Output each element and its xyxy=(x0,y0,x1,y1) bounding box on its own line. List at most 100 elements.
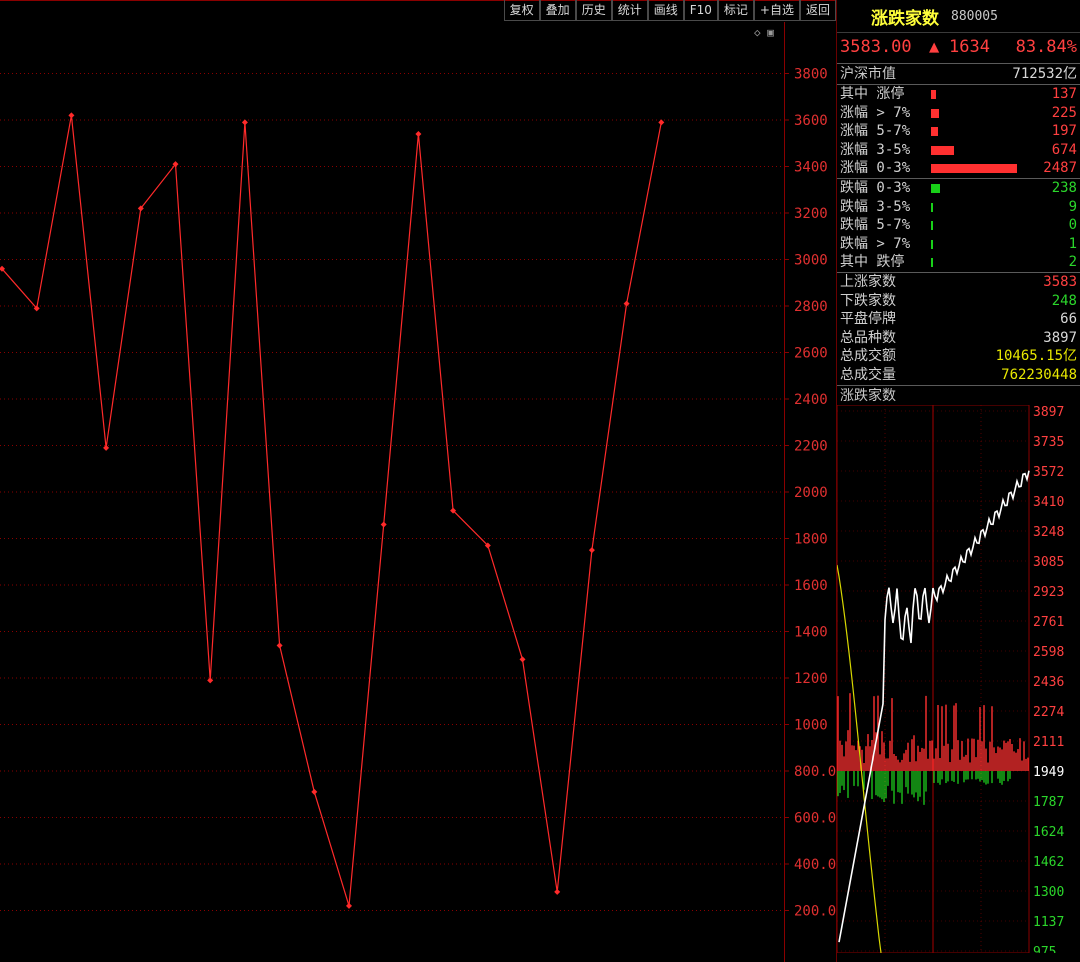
up-value: 137 xyxy=(1051,86,1077,102)
toolbar-button[interactable]: 复权 xyxy=(503,0,540,21)
mini-tick-label: 2436 xyxy=(1033,675,1064,690)
down-label: 跌幅 5-7% xyxy=(840,217,911,234)
mini-tick-label: 2598 xyxy=(1033,645,1064,660)
stat-label: 平盘停牌 xyxy=(840,311,896,328)
stat-row: 平盘停牌 66 xyxy=(837,310,1080,329)
toolbar-button[interactable]: 统计 xyxy=(611,0,648,21)
toolbar-button[interactable]: 历史 xyxy=(575,0,612,21)
data-point xyxy=(658,119,665,126)
toolbar-button[interactable]: +自选 xyxy=(753,0,800,21)
mini-tick-label: 3897 xyxy=(1033,405,1064,420)
mini-tick-label: 1300 xyxy=(1033,885,1064,900)
up-bar xyxy=(931,164,1017,174)
down-bar xyxy=(931,221,933,231)
down-label: 其中 跌停 xyxy=(840,254,905,271)
data-point xyxy=(68,112,75,119)
y-tick-label: 1000 xyxy=(794,718,828,734)
toolbar-button[interactable]: F10 xyxy=(683,0,718,21)
up-value: 225 xyxy=(1051,104,1077,121)
stats-table: 上涨家数 3583 下跌家数 248 平盘停牌 66 总品种数 3897 总成交额 10465.1… xyxy=(837,271,1080,385)
stat-value: 3897 xyxy=(1043,329,1077,346)
stat-value: 762230448 xyxy=(1001,366,1077,383)
y-tick-label: 2000 xyxy=(794,485,828,501)
up-bar xyxy=(931,108,939,118)
up-label: 涨幅 0-3% xyxy=(840,160,911,177)
y-tick-label: 1800 xyxy=(794,532,828,548)
market-cap-label: 沪深市值 xyxy=(840,66,896,82)
y-tick-label: 200.0 xyxy=(794,904,836,920)
y-tick-label: 3800 xyxy=(794,67,828,83)
axis-icons[interactable]: ◇ ▣ xyxy=(754,26,774,39)
toolbar-button[interactable]: 返回 xyxy=(799,0,836,21)
down-value: 9 xyxy=(1068,198,1077,215)
down-row: 跌幅 3-5% 9 xyxy=(837,198,1080,217)
mini-tick-label: 3085 xyxy=(1033,555,1064,570)
y-tick-label: 2600 xyxy=(794,346,828,362)
mini-tick-label: 3410 xyxy=(1033,495,1064,510)
down-bar xyxy=(931,258,933,268)
up-label: 其中 涨停 xyxy=(840,86,905,102)
down-row: 跌幅 0-3% 238 xyxy=(837,179,1080,198)
toolbar-button[interactable]: 标记 xyxy=(717,0,754,21)
down-value: 1 xyxy=(1068,235,1077,252)
toolbar-button[interactable]: 画线 xyxy=(647,0,684,21)
data-point xyxy=(346,902,352,909)
mini-tick-label: 2274 xyxy=(1033,705,1064,720)
down-bar xyxy=(931,202,933,212)
data-point xyxy=(554,888,561,895)
y-tick-label: 400.0 xyxy=(794,857,836,873)
stat-label: 上涨家数 xyxy=(840,273,896,290)
mini-tick-label: 2111 xyxy=(1033,735,1064,750)
y-tick-label: 3600 xyxy=(794,113,828,129)
down-value: 0 xyxy=(1068,217,1077,234)
mini-tick-label: 1462 xyxy=(1033,855,1064,870)
change: 1634 xyxy=(949,37,990,57)
stat-value: 10465.15亿 xyxy=(995,348,1077,365)
stat-label: 总品种数 xyxy=(840,329,896,346)
stat-label: 总成交量 xyxy=(840,366,896,383)
mini-chart: 3897 3735 3572 3410 3248 3085 2923 2761 2598 2436… xyxy=(837,405,1064,953)
toolbar-button[interactable]: 叠加 xyxy=(539,0,576,21)
up-bar xyxy=(931,127,938,137)
mini-tick-label: 2761 xyxy=(1033,615,1064,630)
down-label: 跌幅 > 7% xyxy=(840,235,911,252)
mini-tick-label: 1624 xyxy=(1033,825,1064,840)
market-cap-row: 沪深市值 712532亿 xyxy=(837,63,1080,84)
stat-row: 下跌家数 248 xyxy=(837,292,1080,311)
panel-title: 涨跌家数 xyxy=(871,9,939,29)
up-value: 2487 xyxy=(1043,160,1077,177)
data-point xyxy=(311,788,318,795)
stat-row: 总成交量 762230448 xyxy=(837,366,1080,385)
data-point xyxy=(588,547,595,554)
stat-row: 上涨家数 3583 xyxy=(837,273,1080,292)
up-arrow-icon: ▲ xyxy=(929,37,940,57)
mini-tick-label: 1787 xyxy=(1033,795,1064,810)
mini-tick-label: 2923 xyxy=(1033,585,1064,600)
y-tick-label: 3000 xyxy=(794,253,828,269)
up-row: 涨幅 3-5% 674 xyxy=(837,141,1080,160)
y-tick-label: 1600 xyxy=(794,578,828,594)
up-value: 674 xyxy=(1051,141,1077,158)
up-row: 涨幅 > 7% 225 xyxy=(837,104,1080,123)
main-line-chart: 3800 3600 3400 3200 3000 2800 2600 2400 2200 2000… xyxy=(0,0,836,962)
stat-label: 下跌家数 xyxy=(840,292,896,309)
up-bar xyxy=(931,145,954,155)
series-line xyxy=(1,115,662,907)
price: 3583.00 xyxy=(840,37,912,57)
mini-tick-label: 1949 xyxy=(1033,765,1064,780)
y-tick-label: 1400 xyxy=(794,625,828,641)
stat-value: 66 xyxy=(1060,311,1077,328)
down-row: 其中 跌停 2 xyxy=(837,253,1080,272)
data-point xyxy=(276,642,283,649)
main-chart-area[interactable]: 3800 3600 3400 3200 3000 2800 2600 2400 2200 2000… xyxy=(0,0,836,962)
market-cap-value: 712532亿 xyxy=(1012,66,1077,82)
stat-value: 248 xyxy=(1051,292,1077,309)
mini-tick-label: 3572 xyxy=(1033,465,1064,480)
down-distribution: 跌幅 0-3% 238 跌幅 3-5% 9 跌幅 5-7% 0 跌幅 > 7% 1 其中 跌停 2 xyxy=(837,177,1080,272)
data-point xyxy=(519,656,526,663)
up-value: 197 xyxy=(1051,123,1077,140)
panel-header: 涨跌家数 880005 xyxy=(837,0,1080,33)
stat-row: 总成交额 10465.15亿 xyxy=(837,347,1080,366)
y-tick-label: 600.0 xyxy=(794,811,836,827)
data-point xyxy=(241,119,248,126)
